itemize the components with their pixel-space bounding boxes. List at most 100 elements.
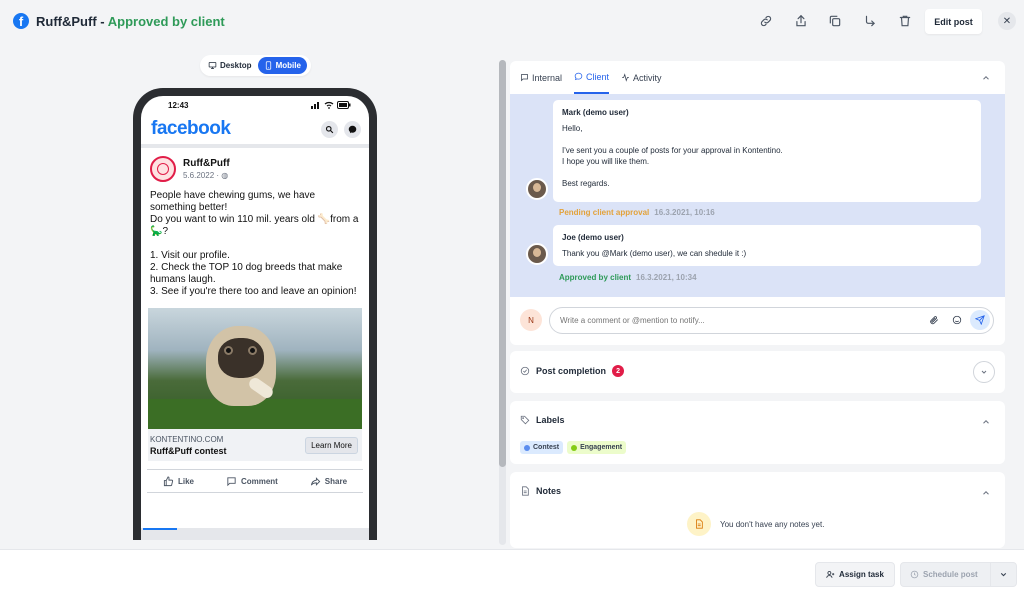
paperclip-icon[interactable] <box>927 313 941 327</box>
bottom-action-bar: Assign task Schedule post <box>0 549 1024 597</box>
link-preview-card[interactable]: KONTENTINO.COM Ruff&Puff contest Learn M… <box>148 429 362 461</box>
facebook-icon: f <box>13 13 29 29</box>
post-text: People have chewing gums, we have someth… <box>150 190 359 297</box>
notes-section: Notes You don't have any notes yet. <box>510 472 1005 548</box>
post-completion-title: Post completion 2 <box>520 365 625 377</box>
wifi-icon <box>324 101 334 109</box>
label-chip-engagement[interactable]: Engagement <box>567 441 627 454</box>
notes-title: Notes <box>520 486 561 496</box>
device-toggle: Desktop Mobile <box>200 55 311 76</box>
post-title: Ruff&Puff - Approved by client <box>36 14 225 29</box>
emoji-icon[interactable] <box>950 313 964 327</box>
user-plus-icon <box>826 571 835 578</box>
title-separator: - <box>96 14 108 29</box>
search-icon[interactable] <box>321 120 338 138</box>
duplicate-icon[interactable] <box>826 12 844 30</box>
phone-time: 12:43 <box>168 100 189 110</box>
notes-empty-text: You don't have any notes yet. <box>720 519 825 529</box>
current-user-avatar: N <box>520 309 542 331</box>
comment-thread: Mark (demo user) Hello, I've sent you a … <box>510 94 1005 297</box>
edit-post-button[interactable]: Edit post <box>925 9 982 34</box>
post-completion-section[interactable]: Post completion 2 <box>510 351 1005 393</box>
comments-panel: Internal Client Activity Mark (demo user… <box>510 61 1005 345</box>
mobile-icon <box>265 61 271 70</box>
messenger-icon[interactable] <box>344 120 361 138</box>
desktop-icon <box>208 62 217 69</box>
chevron-down-icon <box>1000 572 1007 577</box>
schedule-options-dropdown[interactable] <box>990 563 1016 586</box>
post-actions: Like Comment Share <box>147 469 363 493</box>
next-post-peek <box>141 528 369 540</box>
desktop-label: Desktop <box>220 61 252 70</box>
check-circle-icon <box>520 366 530 376</box>
link-icon[interactable] <box>757 12 775 30</box>
send-icon[interactable] <box>970 310 990 330</box>
activity-icon <box>622 73 629 82</box>
label-chips: Contest Engagement <box>520 441 627 454</box>
comment-text: Thank you @Mark (demo user), we can shed… <box>562 249 747 258</box>
phone-status-bar: 12:43 <box>141 96 369 114</box>
phone-frame: 12:43 facebook Ruff&Puff 5.6.2022 · ◍ Pe… <box>133 88 377 540</box>
tab-activity[interactable]: Activity <box>621 61 662 94</box>
post-header: Ruff&Puff 5.6.2022 · ◍ <box>141 148 369 182</box>
avatar <box>526 178 548 200</box>
comment-button[interactable]: Comment <box>226 476 278 487</box>
assign-task-button[interactable]: Assign task <box>815 562 895 587</box>
facebook-header: facebook <box>141 114 369 148</box>
desktop-toggle-button[interactable]: Desktop <box>202 57 258 74</box>
document-icon <box>522 486 529 496</box>
move-icon[interactable] <box>861 12 879 30</box>
phone-screen: 12:43 facebook Ruff&Puff 5.6.2022 · ◍ Pe… <box>141 96 369 540</box>
mobile-label: Mobile <box>275 61 301 70</box>
labels-title: Labels <box>520 415 565 425</box>
share-button[interactable]: Share <box>310 476 347 487</box>
post-date: 5.6.2022 · ◍ <box>183 171 229 180</box>
signal-icon <box>311 102 319 109</box>
comment-icon <box>227 476 236 486</box>
chevron-up-icon[interactable] <box>981 73 991 83</box>
completion-count-badge: 2 <box>612 365 625 377</box>
comment-tabs: Internal Client Activity <box>510 61 1005 94</box>
link-title: Ruff&Puff contest <box>150 445 227 456</box>
tab-client[interactable]: Client <box>574 61 610 94</box>
preview-scrollbar[interactable] <box>499 60 506 545</box>
clock-icon <box>910 570 919 579</box>
chevron-down-icon[interactable] <box>973 361 995 383</box>
post-name: Ruff&Puff <box>36 14 97 29</box>
chat-bubble-icon <box>574 72 583 81</box>
page-avatar <box>150 156 176 182</box>
comment-text: Hello, I've sent you a couple of posts f… <box>562 124 783 188</box>
share-upload-icon[interactable] <box>792 12 810 30</box>
comment-status: Pending client approval 16.3.2021, 10:16 <box>559 208 715 217</box>
thumbs-up-icon <box>163 475 174 486</box>
post-status: Approved by client <box>107 14 225 29</box>
comment-author: Mark (demo user) <box>562 108 629 117</box>
close-icon[interactable]: ✕ <box>998 12 1016 30</box>
chat-square-icon <box>521 74 528 82</box>
comment-composer: N <box>510 297 1005 345</box>
avatar <box>526 243 548 265</box>
comment-bubble: Mark (demo user) Hello, I've sent you a … <box>553 100 981 202</box>
share-arrow-icon <box>310 476 321 486</box>
tab-internal[interactable]: Internal <box>520 61 562 94</box>
labels-section: Labels Contest Engagement <box>510 401 1005 464</box>
link-domain: KONTENTINO.COM <box>150 434 224 444</box>
globe-icon: ◍ <box>221 171 229 180</box>
battery-icon <box>337 101 351 109</box>
comment-bubble: Joe (demo user) Thank you @Mark (demo us… <box>553 225 981 266</box>
notes-empty-state: You don't have any notes yet. <box>687 512 824 536</box>
post-image-pug <box>148 308 362 429</box>
page-name: Ruff&Puff <box>183 158 230 169</box>
label-chip-contest[interactable]: Contest <box>520 441 564 454</box>
comment-status: Approved by client 16.3.2021, 10:34 <box>559 273 697 282</box>
facebook-wordmark: facebook <box>151 118 231 139</box>
trash-icon[interactable] <box>896 12 914 30</box>
like-button[interactable]: Like <box>163 475 194 487</box>
note-icon <box>687 512 711 536</box>
tag-icon <box>520 415 530 425</box>
schedule-post-button[interactable]: Schedule post <box>900 562 1017 587</box>
mobile-toggle-button[interactable]: Mobile <box>257 57 307 74</box>
chevron-up-icon[interactable] <box>981 417 991 427</box>
learn-more-button[interactable]: Learn More <box>305 436 358 454</box>
chevron-up-icon[interactable] <box>981 488 991 498</box>
